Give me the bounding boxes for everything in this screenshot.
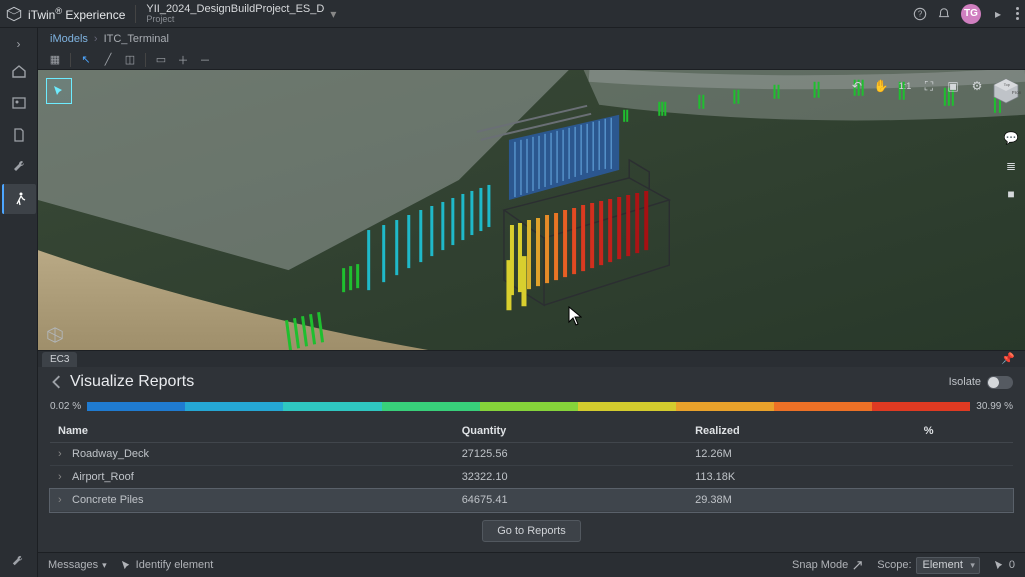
col-name[interactable]: Name (50, 420, 454, 443)
home-icon[interactable] (2, 56, 36, 86)
reports-table: Name Quantity Realized % ›Roadway_Deck27… (50, 420, 1013, 512)
layers-icon[interactable]: ≣ (1003, 158, 1019, 174)
app-name: iTwin® Experience (28, 6, 125, 22)
notifications-icon[interactable] (937, 7, 951, 21)
cursor-icon[interactable]: ↖ (77, 51, 95, 69)
pan-icon[interactable]: ✋ (873, 78, 889, 94)
chevron-right-icon: › (58, 494, 68, 506)
content-area: iModels › ITC_Terminal ▦ ↖ ╱ ◫ ▭ ＋ － (38, 28, 1025, 577)
measure-icon[interactable]: ◫ (121, 51, 139, 69)
isolate-toggle-group: Isolate (949, 376, 1013, 389)
messages-button[interactable]: Messages▾ (48, 559, 107, 571)
walk-icon[interactable] (2, 184, 36, 214)
project-name: YII_2024_DesignBuildProject_ES_D (146, 4, 324, 15)
gradient-legend: 0.02 % 30.99 % (50, 401, 1013, 412)
user-avatar[interactable]: TG (961, 4, 981, 24)
viewport-right-tools: 💬 ≣ ■ (1003, 130, 1019, 202)
app-header: iTwin® Experience YII_2024_DesignBuildPr… (0, 0, 1025, 28)
breadcrumb-current: ITC_Terminal (104, 33, 169, 45)
gradient-bar (87, 402, 970, 411)
tab-ec3[interactable]: EC3 (42, 352, 77, 367)
breadcrumb: iModels › ITC_Terminal (38, 28, 1025, 50)
status-bar: Messages▾ Identify element Snap Mode Sco… (38, 552, 1025, 577)
bottom-tab-strip: EC3 📌 (38, 350, 1025, 367)
gradient-min-label: 0.02 % (50, 401, 81, 412)
3d-viewport[interactable]: ↶ ✋ 1:1 ⛶ ▣ ⚙ Front Top 💬 ≣ ■ (38, 70, 1025, 350)
chevron-right-icon: › (58, 448, 68, 460)
scope-dropdown[interactable]: Element (916, 557, 980, 574)
camera-icon[interactable]: ▣ (945, 78, 961, 94)
divider (135, 5, 136, 23)
visualize-reports-panel: Visualize Reports Isolate 0.02 % 30.99 %… (38, 367, 1025, 552)
section-icon[interactable]: ▭ (152, 51, 170, 69)
snap-mode-button[interactable]: Snap Mode (792, 559, 863, 571)
undo-icon[interactable]: ↶ (849, 78, 865, 94)
isolate-label: Isolate (949, 376, 981, 388)
axis-icon[interactable] (46, 326, 64, 344)
more-menu-icon[interactable] (1015, 7, 1019, 20)
view-cube[interactable]: Front Top (991, 76, 1021, 106)
map-pin-icon[interactable] (2, 88, 36, 118)
settings-icon[interactable]: ⚙ (969, 78, 985, 94)
wrench-icon[interactable] (2, 152, 36, 182)
remove-icon[interactable]: － (196, 51, 214, 69)
table-row[interactable]: ›Airport_Roof32322.10113.18K (50, 466, 1013, 489)
header-right: ? TG ▸ (913, 4, 1019, 24)
snap-icon (852, 560, 863, 571)
project-sublabel: Project (146, 15, 324, 24)
document-icon[interactable] (2, 120, 36, 150)
identify-element-button[interactable]: Identify element (121, 559, 214, 571)
pin-icon[interactable]: 📌 (995, 350, 1021, 367)
settings-wrench-icon[interactable] (10, 554, 25, 572)
cursor-icon (121, 560, 132, 571)
select-tool-icon[interactable] (46, 78, 72, 104)
one-to-one-icon[interactable]: 1:1 (897, 78, 913, 94)
chat-icon[interactable]: 💬 (1003, 130, 1019, 146)
app-logo-cluster: iTwin® Experience (6, 6, 125, 22)
help-icon[interactable]: ? (913, 7, 927, 21)
go-to-reports-button[interactable]: Go to Reports (482, 520, 580, 542)
viewport-top-tools: ↶ ✋ 1:1 ⛶ ▣ ⚙ (849, 78, 985, 94)
col-quantity[interactable]: Quantity (454, 420, 687, 443)
project-dropdown-caret[interactable]: ▾ (330, 7, 336, 21)
back-icon[interactable] (50, 375, 64, 389)
panel-header: Visualize Reports Isolate (50, 373, 1013, 391)
divider (70, 53, 71, 67)
divider (145, 53, 146, 67)
go-to-reports-wrap: Go to Reports (50, 520, 1013, 542)
add-icon[interactable]: ＋ (174, 51, 192, 69)
table-row[interactable]: ›Roadway_Deck27125.5612.26M (50, 443, 1013, 466)
chevron-right-icon: › (94, 33, 98, 45)
rail-expand-icon[interactable]: › (2, 34, 36, 54)
col-pct[interactable]: % (916, 420, 1013, 443)
project-selector[interactable]: YII_2024_DesignBuildProject_ES_D Project (146, 4, 324, 24)
svg-text:Front: Front (1012, 90, 1021, 95)
svg-text:Top: Top (1004, 83, 1010, 87)
isolate-toggle[interactable] (987, 376, 1013, 389)
col-realized[interactable]: Realized (687, 420, 916, 443)
table-row[interactable]: ›Concrete Piles64675.4129.38M (50, 489, 1013, 512)
breadcrumb-root[interactable]: iModels (50, 33, 88, 45)
chevron-right-icon: › (58, 471, 68, 483)
grid-icon[interactable]: ▦ (46, 51, 64, 69)
expand-icon[interactable]: ▸ (991, 7, 1005, 21)
gradient-max-label: 30.99 % (976, 401, 1013, 412)
cursor-icon (994, 560, 1005, 571)
svg-text:?: ? (918, 9, 923, 18)
selection-count[interactable]: 0 (994, 559, 1015, 571)
table-header-row: Name Quantity Realized % (50, 420, 1013, 443)
view-toolbar: ▦ ↖ ╱ ◫ ▭ ＋ － (38, 50, 1025, 70)
app-logo-icon (6, 6, 22, 22)
scope-selector: Scope: Element (877, 557, 980, 574)
line-icon[interactable]: ╱ (99, 51, 117, 69)
video-icon[interactable]: ■ (1003, 186, 1019, 202)
fit-icon[interactable]: ⛶ (921, 78, 937, 94)
left-nav-rail: › (0, 28, 38, 577)
panel-title: Visualize Reports (70, 373, 194, 391)
